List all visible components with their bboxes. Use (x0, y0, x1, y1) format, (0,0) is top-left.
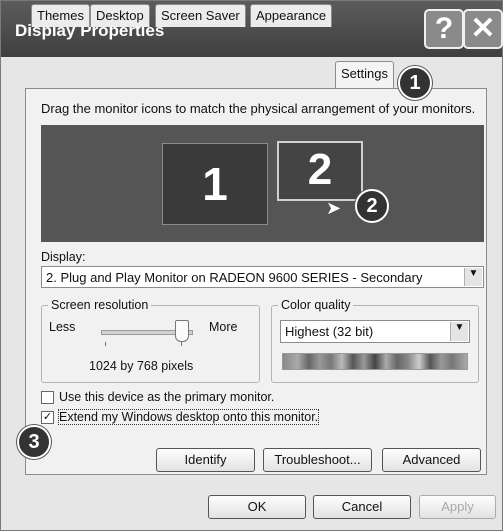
slider-tick (181, 342, 182, 346)
display-label: Display: (41, 250, 86, 264)
callout-badge-2: 2 (355, 189, 389, 223)
advanced-button[interactable]: Advanced (382, 448, 481, 472)
display-select-value: 2. Plug and Play Monitor on RADEON 9600 … (46, 270, 423, 285)
help-button[interactable]: ? (424, 9, 464, 49)
display-properties-window: Display Properties ? ✕ Themes Desktop Sc… (0, 0, 503, 531)
resolution-value: 1024 by 768 pixels (89, 359, 194, 373)
ok-button[interactable]: OK (208, 495, 306, 519)
resolution-more-label: More (209, 320, 238, 334)
mouse-pointer-icon: ➤ (326, 198, 342, 218)
extend-desktop-checkbox[interactable]: ✓ (41, 411, 54, 424)
tab-screen-saver[interactable]: Screen Saver (155, 4, 246, 27)
extend-desktop-label: Extend my Windows desktop onto this moni… (57, 409, 320, 425)
color-quality-select[interactable]: Highest (32 bit) ▼ (280, 320, 470, 343)
display-select[interactable]: 2. Plug and Play Monitor on RADEON 9600 … (41, 266, 484, 288)
apply-button[interactable]: Apply (419, 495, 496, 519)
color-quality-group: Color quality (271, 298, 479, 383)
slider-tick (105, 342, 106, 346)
tab-desktop[interactable]: Desktop (90, 4, 150, 27)
tab-settings[interactable]: Settings (335, 61, 394, 88)
resolution-less-label: Less (49, 320, 76, 334)
color-quality-label: Color quality (278, 298, 354, 312)
primary-monitor-label: Use this device as the primary monitor. (59, 390, 275, 404)
color-quality-value: Highest (32 bit) (285, 324, 374, 339)
screen-resolution-label: Screen resolution (48, 298, 152, 312)
callout-badge-3: 3 (17, 425, 51, 459)
close-button[interactable]: ✕ (463, 9, 503, 49)
primary-monitor-checkbox[interactable] (41, 391, 54, 404)
callout-badge-1: 1 (398, 66, 432, 100)
monitor-2-icon[interactable]: 2 (277, 141, 363, 201)
monitor-1-icon[interactable]: 1 (162, 143, 268, 225)
resolution-slider-thumb[interactable] (175, 320, 189, 342)
tab-themes[interactable]: Themes (31, 4, 90, 27)
monitor-arrangement-area[interactable]: 1 2 (41, 125, 484, 242)
tab-appearance[interactable]: Appearance (250, 4, 333, 27)
instruction-text: Drag the monitor icons to match the phys… (41, 101, 476, 116)
cancel-button[interactable]: Cancel (313, 495, 411, 519)
color-quality-preview-bar (282, 353, 468, 370)
troubleshoot-button[interactable]: Troubleshoot... (263, 448, 372, 472)
identify-button[interactable]: Identify (156, 448, 255, 472)
chevron-down-icon[interactable]: ▼ (450, 322, 468, 341)
chevron-down-icon[interactable]: ▼ (464, 268, 482, 286)
